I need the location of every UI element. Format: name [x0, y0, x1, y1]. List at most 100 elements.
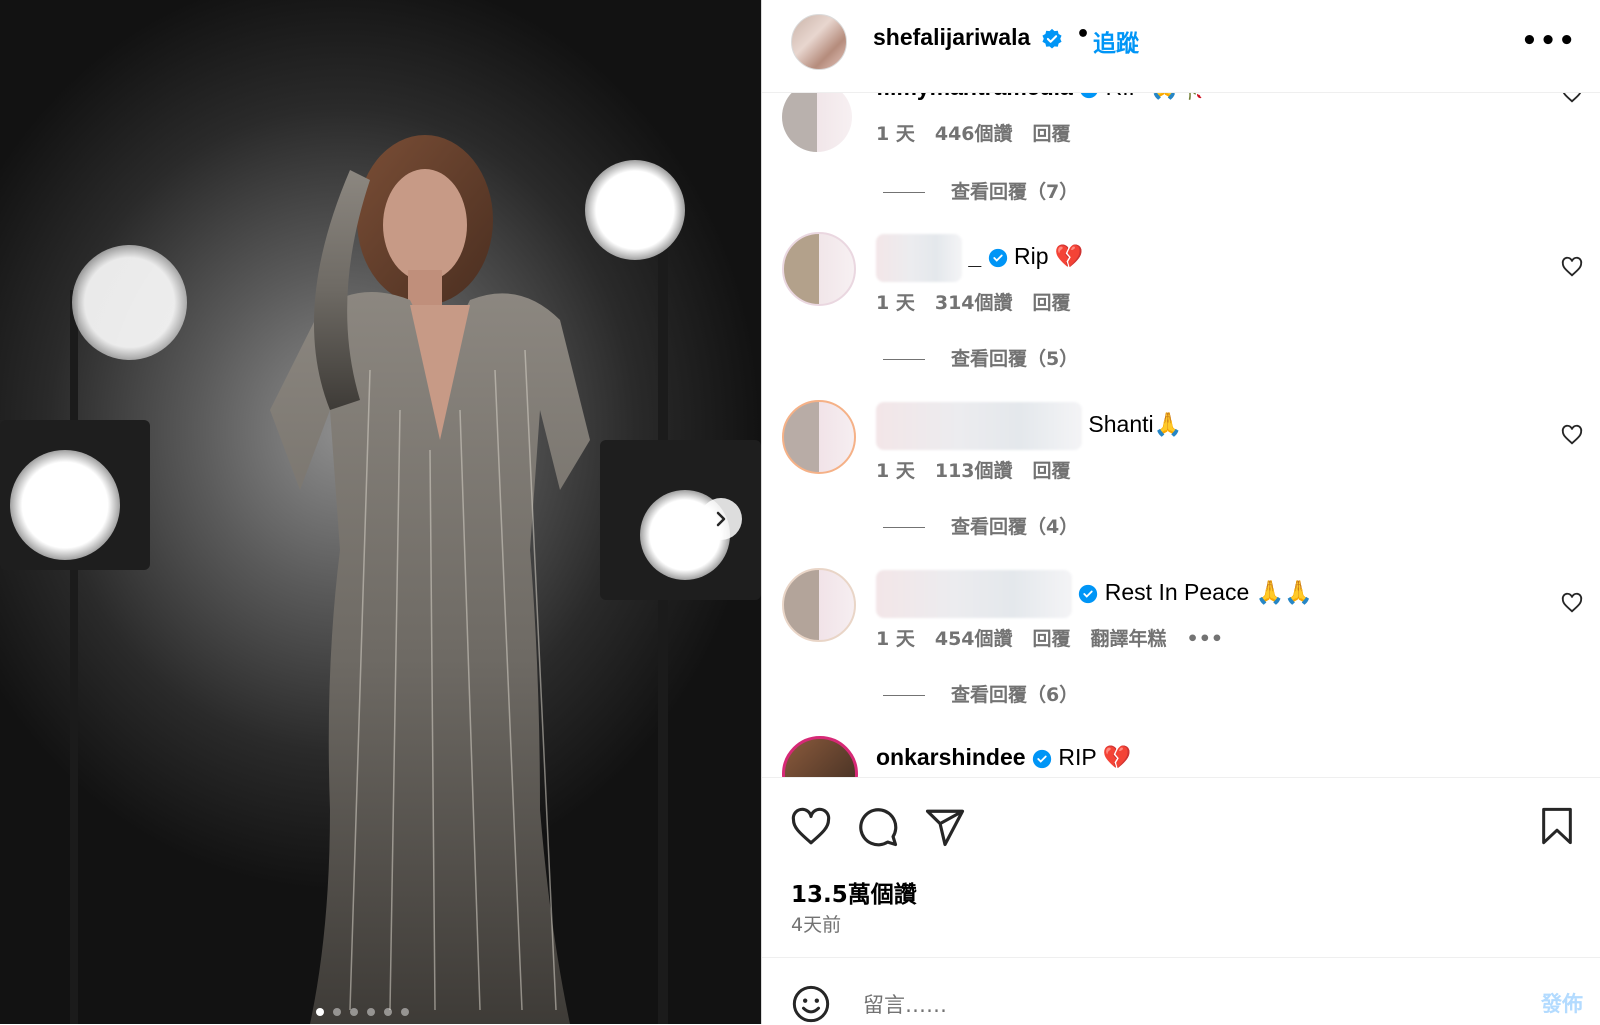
verified-badge-icon: [1042, 28, 1062, 49]
comment-likes[interactable]: 446個讚: [935, 123, 1013, 145]
verified-badge-icon: [988, 248, 1007, 268]
model-figure: [270, 135, 590, 1024]
blurred-username: [876, 402, 1082, 450]
comment-avatar[interactable]: [782, 736, 858, 777]
blurred-username: [876, 234, 962, 282]
replies-line: [883, 192, 925, 193]
carousel-dot: [401, 1008, 409, 1016]
heart-icon[interactable]: [1561, 424, 1583, 446]
comment-likes[interactable]: 113個讚: [935, 460, 1013, 482]
replies-line: [883, 695, 925, 696]
comment-emoji: 🙏🥀: [1150, 92, 1207, 100]
post-side-panel: shefalijariwala • 追蹤 ••• filmymantramedi…: [761, 0, 1600, 1024]
view-replies-label[interactable]: 查看回覆（6）: [951, 684, 1078, 706]
comment-avatar[interactable]: [782, 232, 856, 306]
comment-author[interactable]: _: [968, 243, 981, 269]
comment-time: 1 天: [876, 292, 915, 314]
comment-time: 1 天: [876, 460, 915, 482]
carousel-dot: [350, 1008, 358, 1016]
reply-button[interactable]: 回覆: [1033, 628, 1071, 650]
comment-author[interactable]: filmymantramedia: [876, 92, 1073, 100]
comment-text: _ Rip 💔: [876, 234, 1084, 282]
carousel-dot: [316, 1008, 324, 1016]
post-comment-button[interactable]: 發佈: [1541, 988, 1583, 1018]
carousel-next-button[interactable]: [700, 498, 742, 540]
comment-body: Shanti: [1088, 411, 1154, 438]
comment-composer: 發佈: [762, 957, 1600, 1025]
view-replies-label[interactable]: 查看回覆（7）: [951, 181, 1078, 203]
owner-username-text[interactable]: shefalijariwala: [873, 24, 1030, 50]
blurred-username: [876, 570, 1072, 618]
studio-light-upper-left: [72, 245, 187, 360]
view-replies-label[interactable]: 查看回覆（4）: [951, 516, 1078, 538]
verified-badge-icon: [1080, 92, 1098, 99]
light-stand-left: [70, 290, 78, 1024]
view-replies-button[interactable]: 查看回覆（4）: [883, 512, 1078, 539]
comment-author[interactable]: onkarshindee: [876, 744, 1026, 770]
comment-time: 1 天: [876, 123, 915, 145]
replies-line: [883, 359, 925, 360]
emoji-icon[interactable]: [791, 984, 831, 1024]
comment-emoji: 🙏: [1153, 411, 1183, 438]
replies-line: [883, 527, 925, 528]
comment-meta: 1 天 113個讚 回覆: [876, 456, 1091, 483]
owner-avatar[interactable]: [791, 14, 847, 70]
comment-text: filmymantramedia RIP 🙏🥀: [876, 92, 1207, 101]
carousel-indicator: [316, 1008, 409, 1016]
comment-avatar[interactable]: [782, 568, 856, 642]
comment-avatar[interactable]: [782, 400, 856, 474]
share-icon[interactable]: [924, 806, 966, 848]
header-separator: •: [1076, 22, 1091, 47]
post-header: shefalijariwala • 追蹤 •••: [762, 0, 1600, 93]
view-replies-label[interactable]: 查看回覆（5）: [951, 348, 1078, 370]
translate-button[interactable]: 翻譯年糕: [1091, 628, 1167, 650]
comment-meta: 1 天 446個讚 回覆: [876, 119, 1091, 146]
reply-button[interactable]: 回覆: [1033, 292, 1071, 314]
likes-count[interactable]: 13.5萬個讚: [791, 875, 917, 909]
comment-more-button[interactable]: •••: [1187, 628, 1223, 650]
view-replies-button[interactable]: 查看回覆（7）: [883, 177, 1078, 204]
post-timestamp: 4天前: [791, 914, 842, 936]
comment-meta: 1 天 454個讚 回覆 翻譯年糕 •••: [876, 624, 1243, 651]
comment-emoji: 💔: [1054, 243, 1084, 270]
comment-avatar[interactable]: [782, 92, 852, 152]
heart-icon[interactable]: [1561, 256, 1583, 278]
comment-body: Rip: [1013, 243, 1049, 270]
comments-list[interactable]: filmymantramedia RIP 🙏🥀 1 天446個讚回覆 查看回覆（…: [762, 92, 1600, 777]
comment-text: Shanti🙏: [876, 402, 1182, 450]
comment-meta: 1 天 314個讚 回覆: [876, 288, 1091, 315]
heart-icon[interactable]: [1561, 92, 1583, 104]
post-actions: 13.5萬個讚 4天前: [762, 777, 1600, 958]
comment-body: RIP: [1106, 92, 1144, 100]
comment-text: Rest In Peace 🙏🙏: [876, 570, 1313, 618]
comment-text: onkarshindee RIP 💔: [876, 744, 1131, 771]
comment-time: 1 天: [876, 628, 915, 650]
comment-body: Rest In Peace: [1104, 579, 1250, 606]
post-photo[interactable]: [0, 0, 761, 1024]
comment-likes[interactable]: 314個讚: [935, 292, 1013, 314]
comment-body: RIP: [1058, 744, 1097, 770]
chevron-right-icon: [716, 511, 726, 527]
verified-badge-icon: [1079, 584, 1098, 604]
carousel-dot: [384, 1008, 392, 1016]
reply-button[interactable]: 回覆: [1033, 123, 1071, 145]
carousel-dot: [367, 1008, 375, 1016]
view-replies-button[interactable]: 查看回覆（5）: [883, 344, 1078, 371]
comment-emoji: 🙏🙏: [1255, 579, 1313, 606]
view-replies-button[interactable]: 查看回覆（6）: [883, 680, 1078, 707]
comment-likes[interactable]: 454個讚: [935, 628, 1013, 650]
more-icon[interactable]: •••: [1521, 26, 1577, 56]
bookmark-icon[interactable]: [1537, 806, 1577, 846]
carousel-dot: [333, 1008, 341, 1016]
studio-light-left: [10, 450, 120, 560]
comment-input[interactable]: [861, 986, 1505, 1024]
owner-username[interactable]: shefalijariwala: [873, 24, 1063, 51]
light-stand-right: [658, 220, 668, 1024]
comment-emoji: 💔: [1102, 744, 1132, 770]
verified-badge-icon: [1032, 749, 1052, 769]
comment-icon[interactable]: [857, 806, 899, 848]
heart-icon[interactable]: [1561, 592, 1583, 614]
reply-button[interactable]: 回覆: [1033, 460, 1071, 482]
heart-icon[interactable]: [790, 806, 832, 848]
follow-button[interactable]: 追蹤: [1093, 24, 1139, 58]
